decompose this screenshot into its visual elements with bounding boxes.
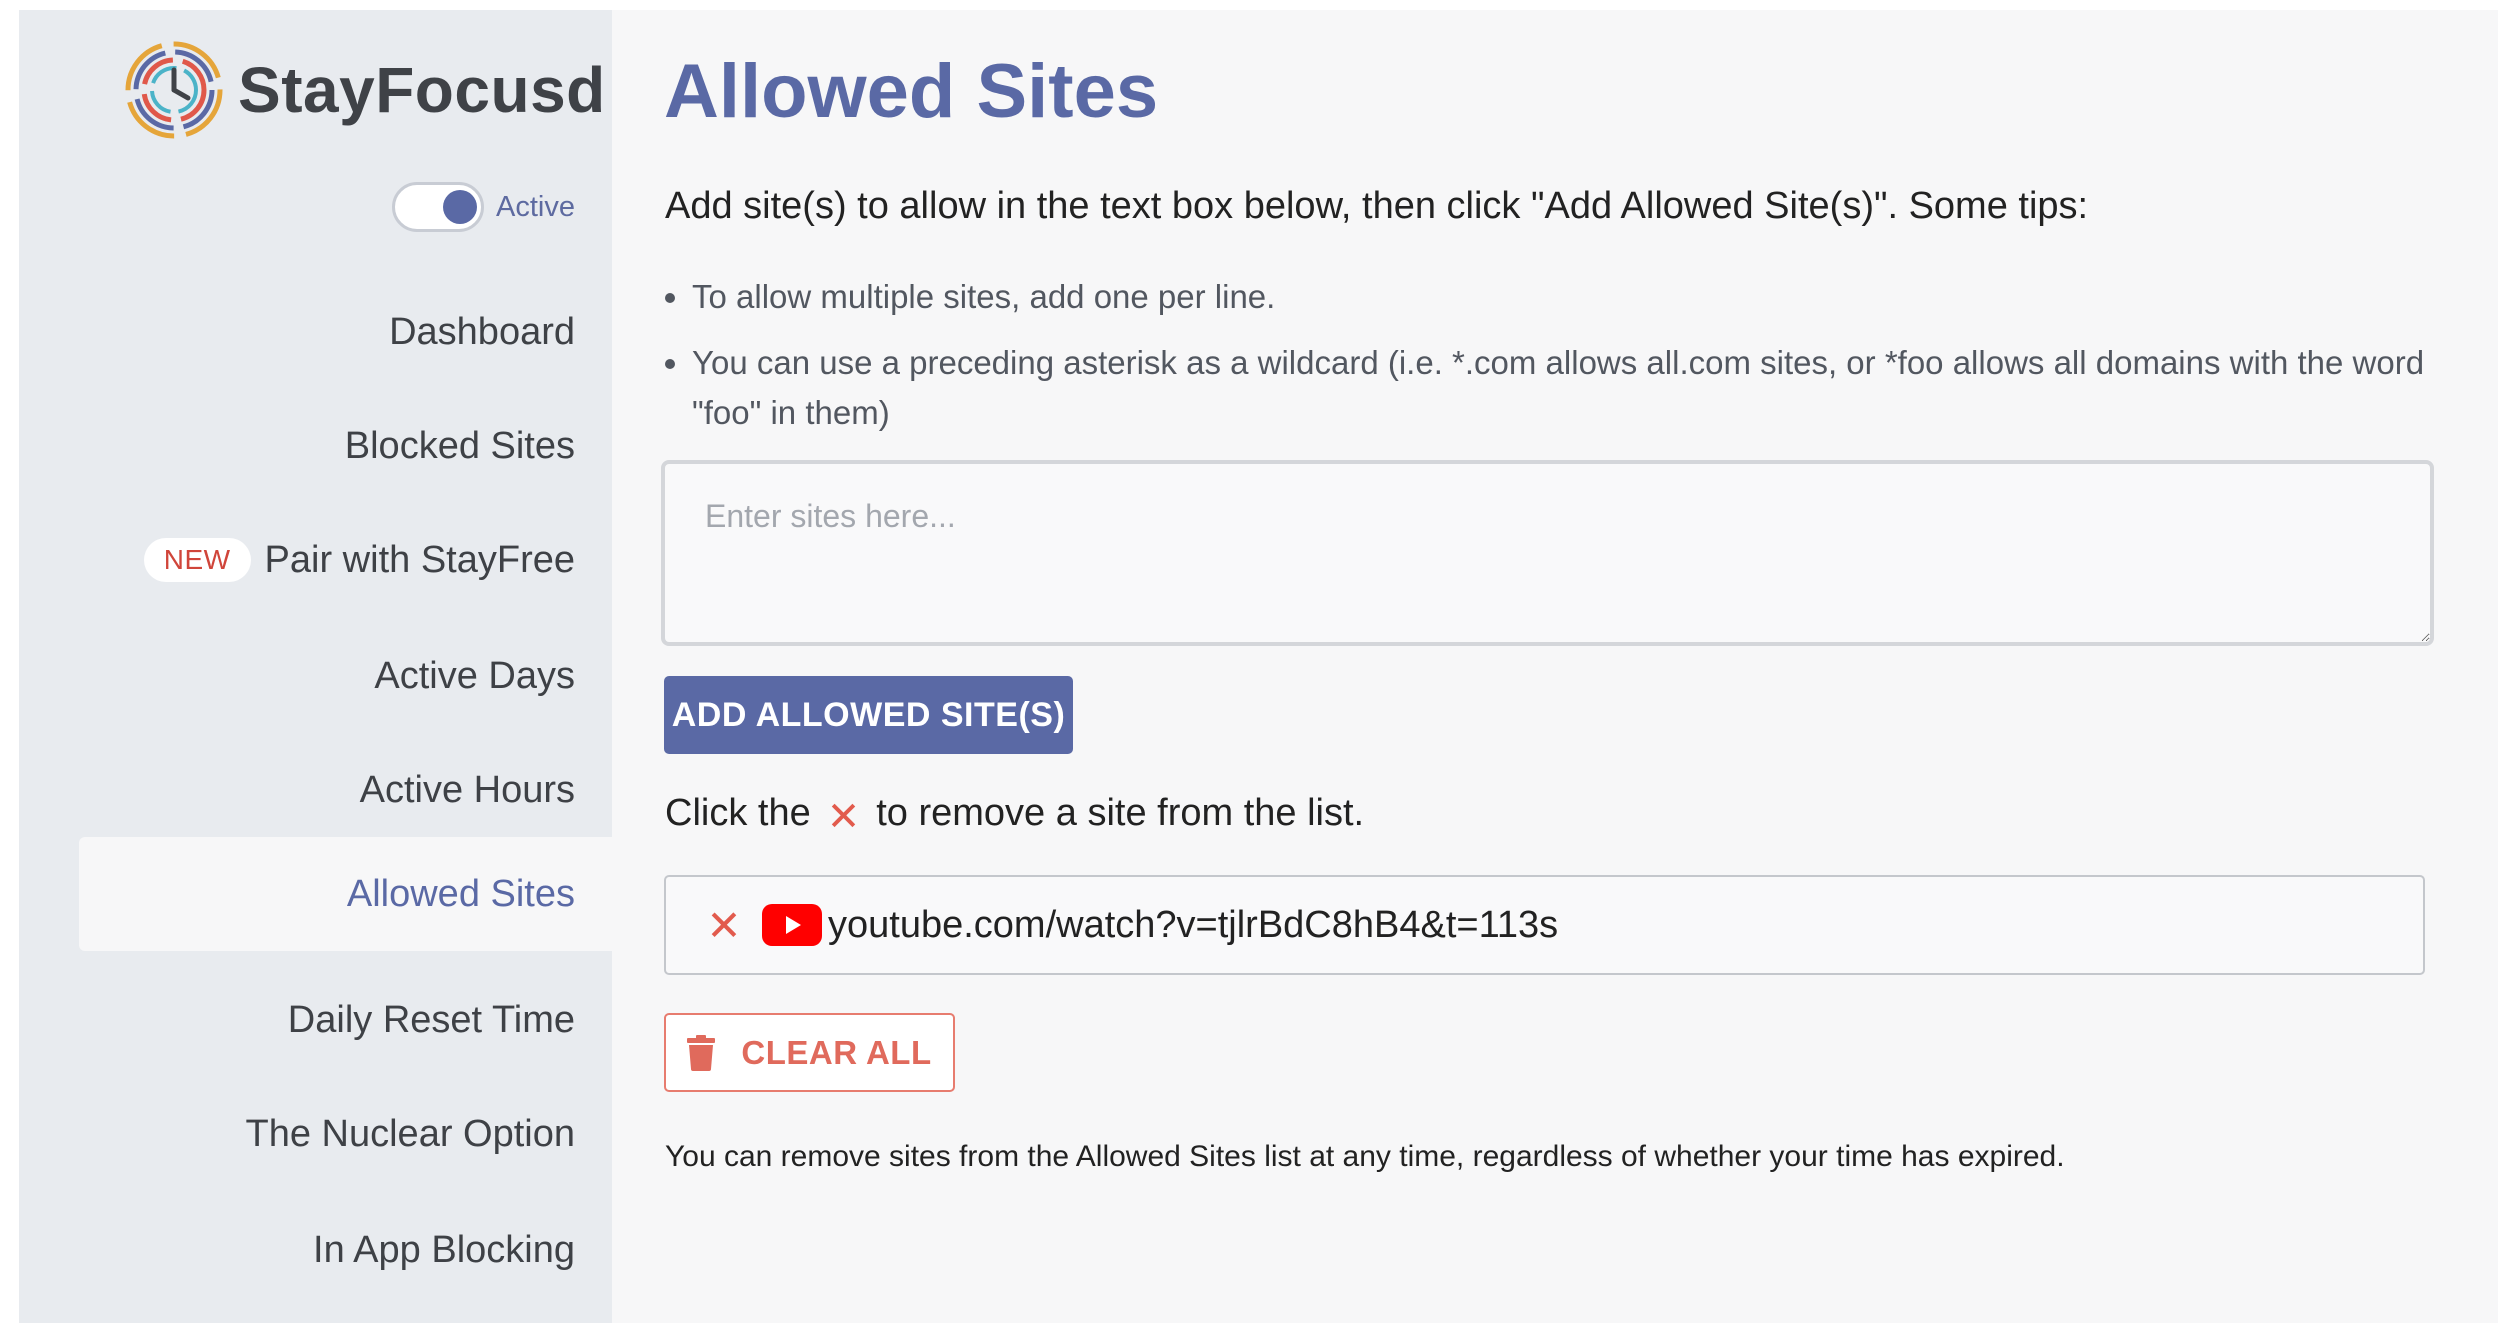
sidebar-item-label: Active Days: [374, 654, 575, 697]
sidebar-item-dashboard[interactable]: Dashboard: [79, 275, 612, 389]
tips-list: To allow multiple sites, add one per lin…: [642, 272, 2452, 454]
footer-note: You can remove sites from the Allowed Si…: [665, 1140, 2065, 1173]
add-allowed-sites-button[interactable]: ADD ALLOWED SITE(S): [664, 676, 1073, 754]
stayfocusd-logo-icon: [124, 40, 224, 140]
sidebar-item-active-days[interactable]: Active Days: [79, 619, 612, 733]
sidebar-item-label: Allowed Sites: [346, 872, 575, 915]
sidebar-item-blocked-sites[interactable]: Blocked Sites: [79, 389, 612, 503]
sidebar-item-active-hours[interactable]: Active Hours: [79, 733, 612, 847]
sidebar-item-pair-with-stayfree[interactable]: NEW Pair with StayFree: [79, 503, 612, 617]
brand-name: StayFocusd: [238, 54, 606, 126]
active-toggle-label: Active: [496, 190, 575, 223]
toggle-knob: [443, 190, 478, 224]
sidebar-item-label: Active Hours: [359, 768, 575, 811]
close-icon: ✕: [826, 795, 861, 839]
sidebar-item-label: Dashboard: [389, 310, 575, 353]
clear-all-label: CLEAR ALL: [741, 1033, 932, 1071]
sidebar-item-label: In App Blocking: [313, 1228, 575, 1271]
sidebar-item-in-app-blocking[interactable]: In App Blocking: [79, 1193, 612, 1307]
sidebar-item-label: The Nuclear Option: [245, 1112, 576, 1155]
remove-hint-before: Click the: [665, 791, 811, 834]
allowed-sites-list: ✕ youtube.com/watch?v=tjlrBdC8hB4&t=113s: [664, 875, 2425, 975]
tip-item: You can use a preceding asterisk as a wi…: [692, 338, 2452, 438]
sidebar-item-nuclear-option[interactable]: The Nuclear Option: [79, 1077, 612, 1191]
sidebar-item-label: Daily Reset Time: [287, 998, 575, 1041]
sites-input[interactable]: [661, 460, 2434, 646]
remove-hint: Click the ✕ to remove a site from the li…: [665, 790, 1365, 840]
remove-site-icon[interactable]: ✕: [704, 901, 744, 950]
clear-all-button[interactable]: CLEAR ALL: [664, 1013, 955, 1092]
sidebar-item-daily-reset-time[interactable]: Daily Reset Time: [79, 963, 612, 1077]
site-url: youtube.com/watch?v=tjlrBdC8hB4&t=113s: [828, 903, 1559, 946]
trash-icon: [687, 1034, 716, 1071]
main-content: Allowed Sites Add site(s) to allow in th…: [612, 10, 2498, 1323]
list-item: ✕ youtube.com/watch?v=tjlrBdC8hB4&t=113s: [664, 875, 2425, 975]
sidebar-item-label: Blocked Sites: [344, 424, 575, 467]
brand-logo[interactable]: StayFocusd: [124, 40, 606, 140]
intro-text: Add site(s) to allow in the text box bel…: [665, 185, 2089, 227]
sidebar-item-allowed-sites[interactable]: Allowed Sites: [79, 837, 612, 951]
sidebar: StayFocusd Active Dashboard Blocked Site…: [19, 10, 612, 1323]
youtube-icon: [762, 904, 822, 946]
active-toggle-row: Active: [392, 182, 575, 232]
new-badge: NEW: [143, 538, 251, 582]
active-toggle[interactable]: [392, 182, 485, 232]
app-window: StayFocusd Active Dashboard Blocked Site…: [19, 10, 2498, 1323]
remove-hint-after: to remove a site from the list.: [876, 791, 1365, 834]
sidebar-item-label: Pair with StayFree: [264, 538, 575, 581]
tip-item: To allow multiple sites, add one per lin…: [692, 272, 2452, 322]
page-title: Allowed Sites: [664, 49, 1159, 134]
